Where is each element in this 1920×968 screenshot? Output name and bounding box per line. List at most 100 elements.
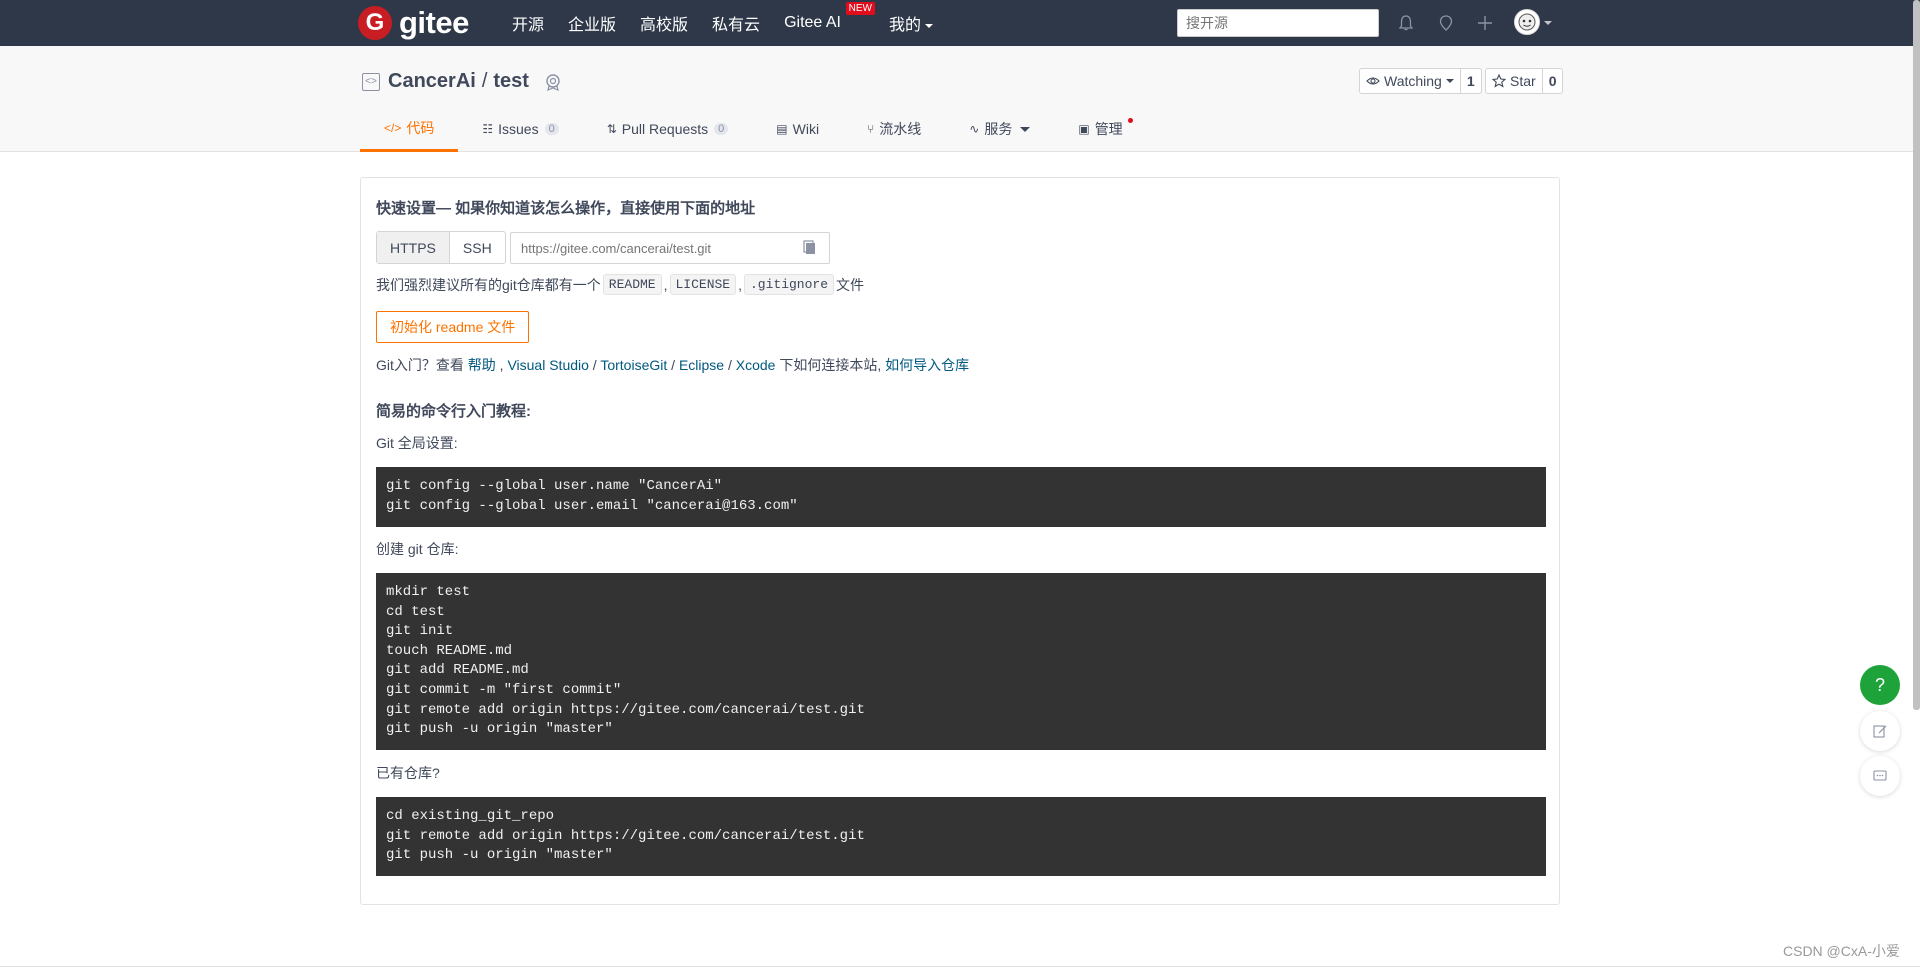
avatar[interactable]	[1514, 9, 1540, 35]
tab-label: 流水线	[879, 121, 922, 137]
top-navbar: G gitee 开源 企业版 高校版 私有云 Gitee AI NEW 我的	[0, 0, 1920, 46]
git-intro-text: Git入门？查看 帮助 , Visual Studio / TortoiseGi…	[376, 355, 969, 375]
create-repo-label: 创建 git 仓库:	[376, 541, 459, 557]
eclipse-link[interactable]: Eclipse	[679, 357, 724, 373]
code-line: git push -u origin "master"	[386, 847, 613, 864]
code-line: cd existing_git_repo	[386, 808, 555, 824]
repo-code-icon: <>	[362, 72, 380, 91]
gitignore-code: .gitignore	[744, 274, 835, 295]
tab-label: 代码	[406, 119, 435, 136]
tab-pull-requests[interactable]: ⇅ Pull Requests 0	[583, 106, 753, 152]
quick-setup-panel: 快速设置— 如果你知道该怎么操作，直接使用下面的地址 HTTPS SSH 我们强…	[360, 177, 1560, 905]
code-line: git remote add origin https://gitee.com/…	[386, 701, 865, 718]
pull-request-icon: ⇅	[606, 122, 617, 136]
star-label: Star	[1510, 73, 1536, 89]
manage-icon: ▣	[1078, 122, 1090, 136]
watch-button-group: Watching 1	[1359, 68, 1482, 94]
gitee-logo-text: gitee	[399, 5, 469, 40]
new-badge: NEW	[845, 2, 875, 15]
help-link[interactable]: 帮助	[468, 357, 496, 373]
feedback-fab-button[interactable]	[1860, 711, 1900, 751]
watch-control: Watching 1	[1359, 68, 1482, 94]
repo-owner-link[interactable]: CancerAi	[388, 70, 476, 93]
tab-pipeline[interactable]: ⑂ 流水线	[843, 106, 945, 152]
protocol-ssh-button[interactable]: SSH	[450, 232, 505, 263]
license-code: LICENSE	[669, 274, 737, 295]
code-line: git add README.md	[386, 662, 529, 679]
tab-manage[interactable]: ▣ 管理	[1054, 106, 1146, 152]
mine-label: 我的	[888, 17, 921, 34]
recommend-suffix: 文件	[836, 276, 865, 293]
watch-count[interactable]: 1	[1461, 69, 1481, 93]
clone-url-input[interactable]	[510, 232, 830, 264]
cli-tutorial-title: 简易的命令行入门教程:	[376, 403, 531, 420]
star-icon	[1492, 74, 1506, 88]
gitee-ai-label: Gitee AI	[784, 14, 841, 31]
nav-link-education[interactable]: 高校版	[640, 11, 688, 35]
nav-link-private-cloud[interactable]: 私有云	[712, 11, 760, 35]
quick-setup-title: 快速设置— 如果你知道该怎么操作，直接使用下面的地址	[376, 200, 756, 217]
nav-link-enterprise[interactable]: 企业版	[568, 11, 616, 35]
service-icon: ∿	[969, 122, 980, 136]
repo-title-separator: /	[481, 70, 488, 92]
global-settings-code: git config --global user.name "CancerAi"…	[376, 467, 1546, 527]
visual-studio-link[interactable]: Visual Studio	[507, 357, 588, 373]
intro-sep: ,	[495, 357, 508, 373]
csdn-watermark: CSDN @CxA-小爱	[1783, 943, 1900, 959]
nav-links: 开源 企业版 高校版 私有云 Gitee AI NEW 我的	[512, 0, 957, 46]
tab-label: Issues	[498, 121, 539, 137]
chat-fab-button[interactable]	[1860, 756, 1900, 796]
intro-sep: /	[667, 357, 679, 373]
code-line: git config --global user.name "CancerAi"	[386, 478, 723, 494]
help-fab-button[interactable]: ?	[1860, 665, 1900, 705]
watch-button[interactable]: Watching	[1360, 69, 1461, 93]
xcode-link[interactable]: Xcode	[736, 357, 776, 373]
intro-sep: /	[588, 357, 601, 373]
copy-icon[interactable]	[803, 240, 819, 256]
caret-down-icon	[1020, 126, 1031, 132]
nav-link-mine[interactable]: 我的	[889, 11, 933, 35]
tab-services[interactable]: ∿ 服务	[945, 106, 1054, 152]
intro-middle: 下如何连接本站,	[775, 357, 886, 373]
code-line: git commit -m "first commit"	[386, 681, 622, 698]
star-button-group: Star 0	[1485, 68, 1564, 94]
edit-icon	[1873, 725, 1887, 738]
nav-link-open-source[interactable]: 开源	[512, 11, 544, 35]
init-readme-button[interactable]: 初始化 readme 文件	[376, 311, 530, 343]
protocol-https-button[interactable]: HTTPS	[377, 232, 450, 263]
nav-link-gitee-ai[interactable]: Gitee AI NEW	[784, 2, 875, 32]
tab-label: Wiki	[792, 121, 820, 137]
repo-tabs: </> 代码 ☷ Issues 0 ⇅ Pull Requests 0 ▤ Wi…	[360, 106, 1147, 152]
recommend-text: 我们强烈建议所有的git仓库都有一个 README , LICENSE , .g…	[376, 274, 864, 295]
tab-code[interactable]: </> 代码	[360, 106, 459, 152]
avatar-caret-icon[interactable]	[1544, 21, 1552, 25]
star-button[interactable]: Star	[1486, 69, 1543, 93]
bell-icon[interactable]	[1393, 10, 1419, 36]
watch-label: Watching	[1384, 73, 1442, 89]
footer-divider	[0, 966, 1920, 967]
git-intro-prefix: Git入门？查看	[376, 357, 468, 373]
star-count[interactable]: 0	[1543, 69, 1563, 93]
repo-header: <> CancerAi / test Watching 1 Star 0 </>…	[0, 46, 1920, 152]
repo-badge-icon[interactable]	[543, 72, 563, 92]
tortoisegit-link[interactable]: TortoiseGit	[600, 357, 667, 373]
location-pin-icon[interactable]	[1433, 10, 1459, 36]
search-input[interactable]	[1177, 9, 1379, 37]
code-line: git init	[386, 623, 454, 640]
caret-down-icon	[925, 23, 933, 28]
protocol-switch: HTTPS SSH	[376, 231, 506, 264]
watch-caret-icon	[1445, 79, 1454, 83]
star-control: Star 0	[1485, 68, 1564, 94]
tab-label: 服务	[984, 121, 1013, 137]
tab-issues[interactable]: ☷ Issues 0	[458, 106, 582, 152]
code-icon: </>	[384, 120, 402, 135]
gitee-logo[interactable]: G gitee	[358, 5, 469, 40]
import-repo-link[interactable]: 如何导入仓库	[885, 357, 969, 373]
recommend-comma-2: ,	[738, 276, 742, 293]
tab-wiki[interactable]: ▤ Wiki	[752, 106, 843, 152]
page-scrollbar[interactable]	[1913, 0, 1920, 710]
plus-icon[interactable]	[1472, 10, 1498, 36]
repo-name-link[interactable]: test	[493, 70, 529, 93]
tab-label: 管理	[1094, 121, 1123, 137]
repo-title: <> CancerAi / test	[362, 70, 563, 93]
